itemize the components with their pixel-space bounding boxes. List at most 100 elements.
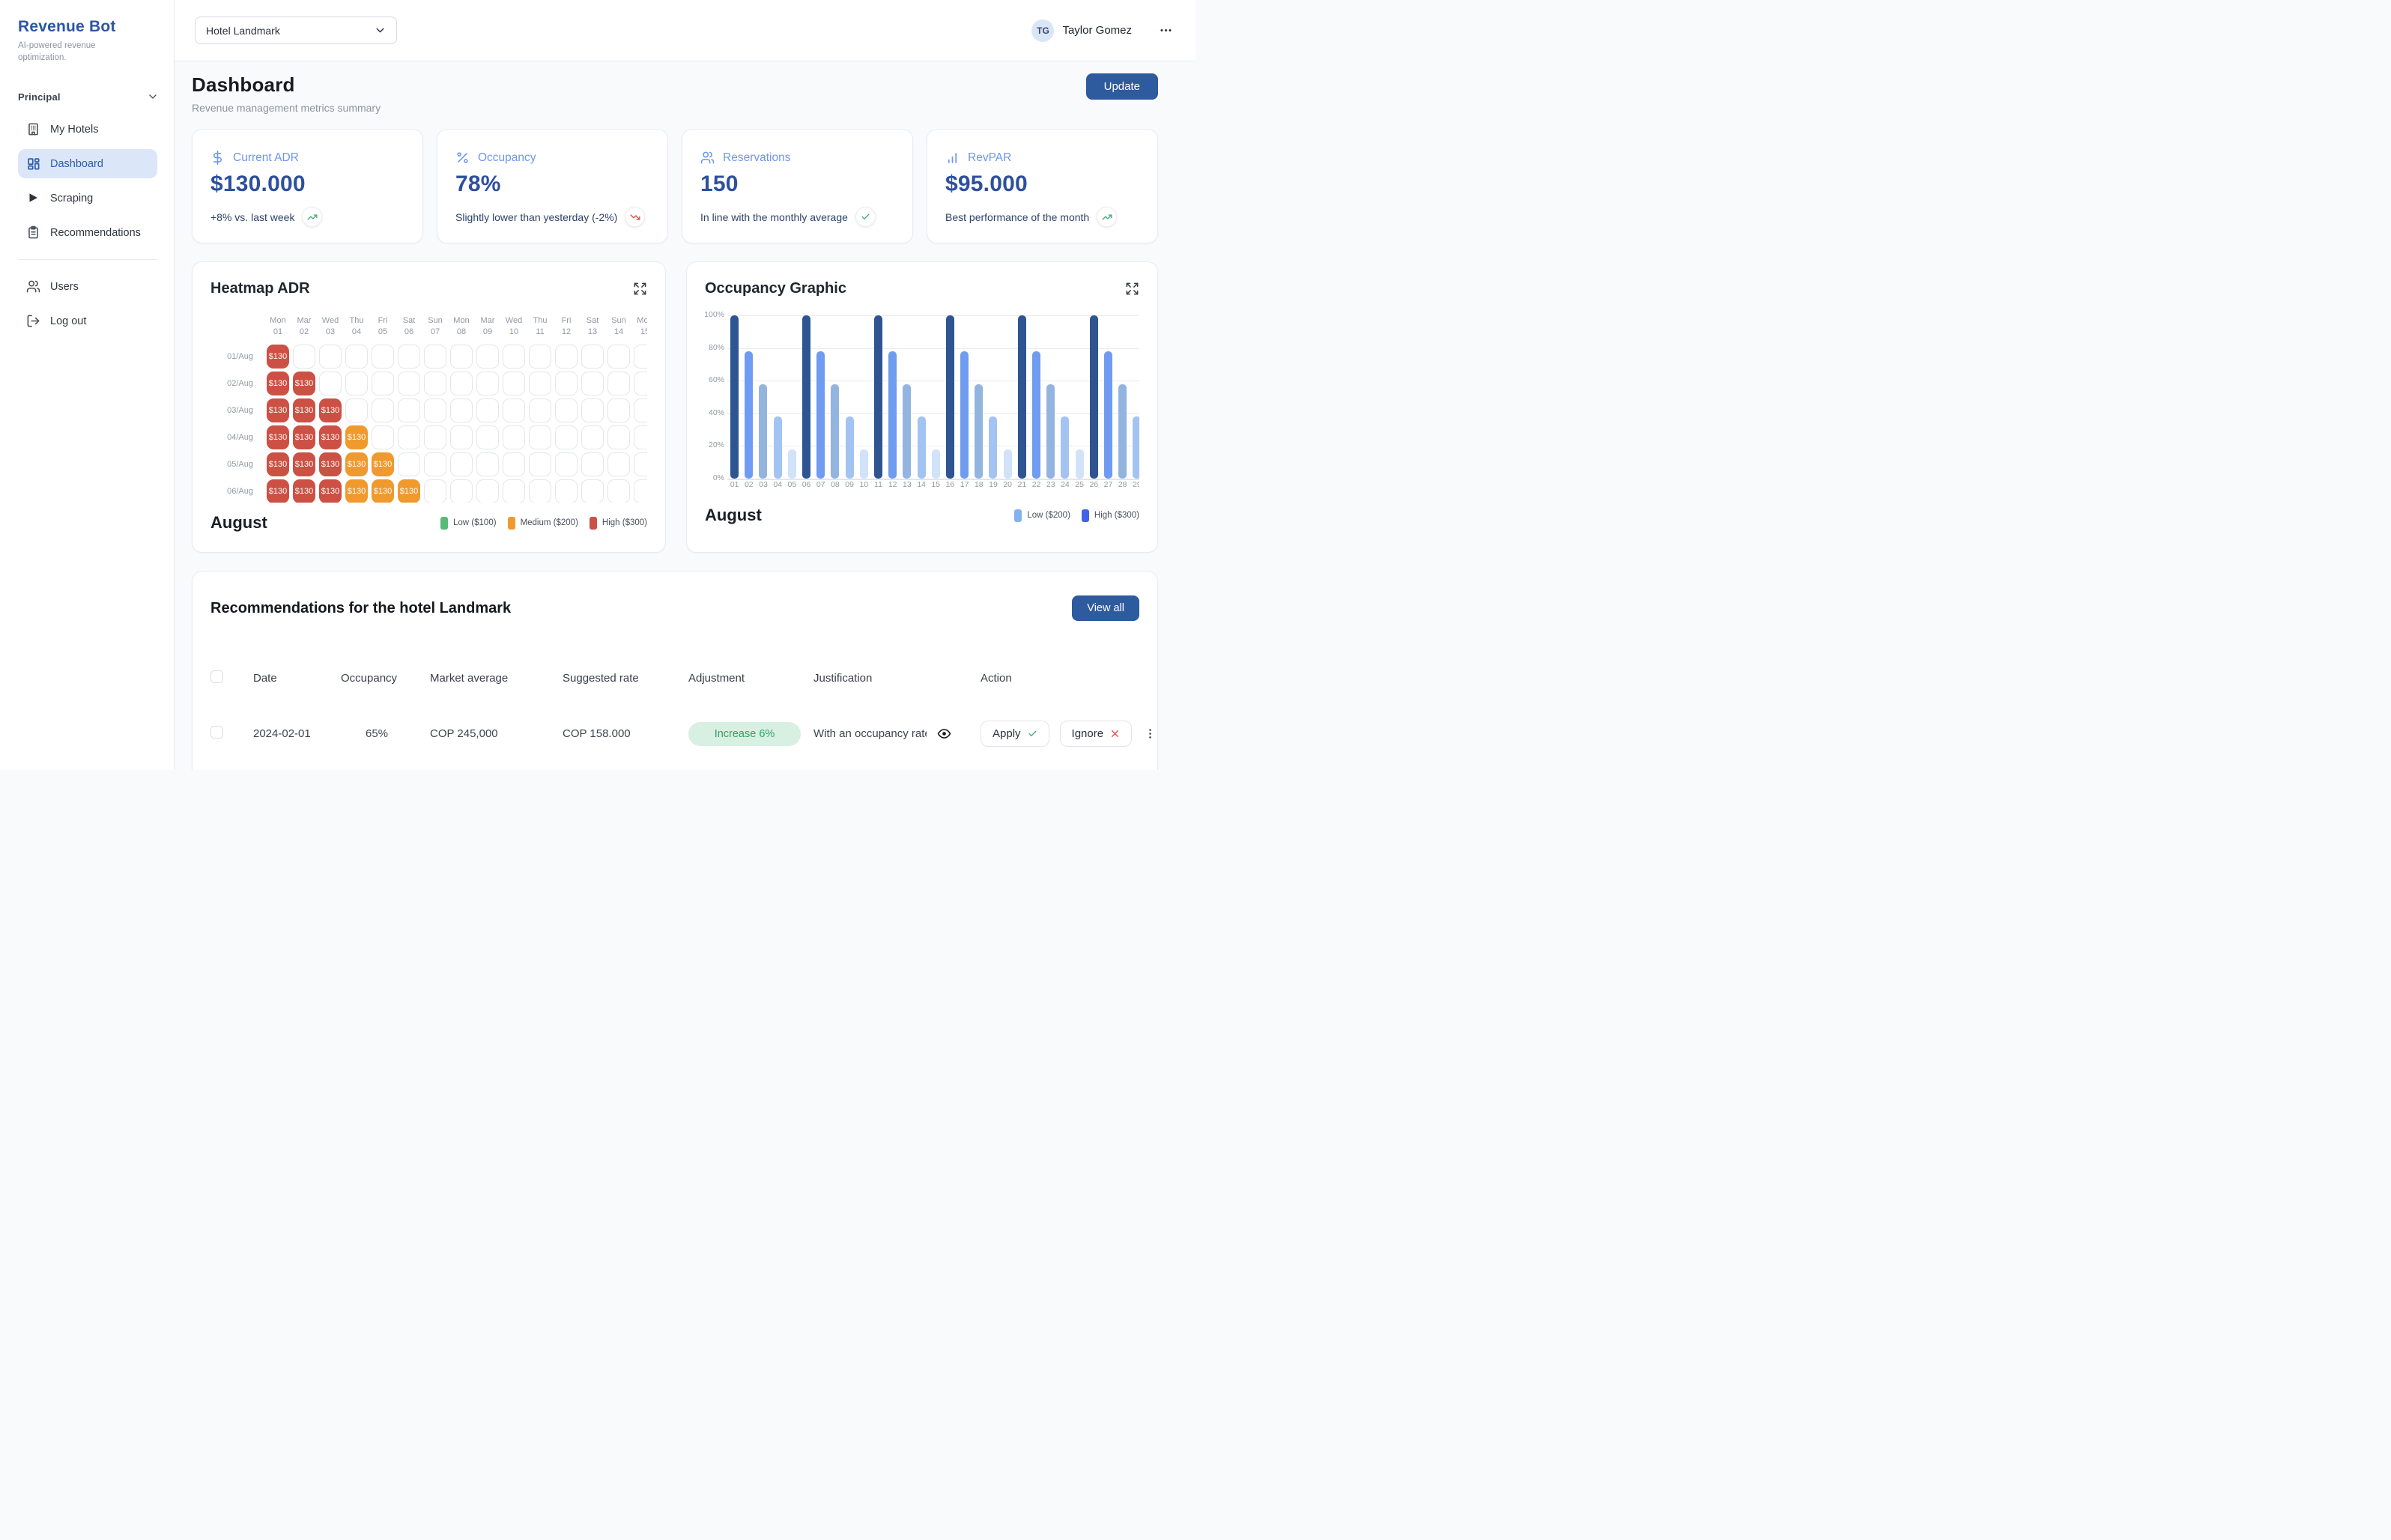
expand-icon[interactable] — [633, 282, 647, 296]
expand-icon[interactable] — [1125, 282, 1139, 296]
eye-icon[interactable] — [937, 727, 951, 741]
heatmap-col-label: Sun07 — [424, 315, 446, 342]
row-checkbox[interactable] — [210, 726, 223, 739]
y-axis-label: 80% — [702, 343, 724, 352]
heatmap-cell — [345, 345, 368, 369]
table-row: 2024-02-01 65% COP 245,000 COP 158.000 I… — [210, 721, 1139, 747]
close-icon — [1110, 729, 1120, 739]
occupancy-panel: Occupancy Graphic 100%80%60%40%20%0% 010… — [686, 261, 1158, 553]
occupancy-xlabels: 0102030405060708091011121314151617181920… — [727, 480, 1139, 489]
bar — [918, 416, 926, 479]
heatmap-cell — [372, 398, 394, 422]
x-axis-label: 25 — [1073, 480, 1087, 489]
heatmap-cell — [450, 425, 473, 449]
occupancy-plot: 100%80%60%40%20%0% — [727, 315, 1139, 479]
heatmap-cell — [634, 425, 647, 449]
sidebar-item-label: Recommendations — [50, 227, 141, 239]
heatmap-row-label: 05/Aug — [227, 460, 263, 469]
sidebar-item-dashboard[interactable]: Dashboard — [18, 149, 157, 178]
heatmap-cell — [607, 372, 630, 395]
sidebar-section-principal[interactable]: Principal — [18, 91, 159, 103]
heatmap-cell — [555, 479, 578, 503]
page-header: Dashboard Revenue management metrics sum… — [192, 73, 1158, 114]
x-axis-label: 11 — [871, 480, 885, 489]
x-axis-label: 04 — [771, 480, 785, 489]
cell-suggested-rate: COP 158.000 — [550, 727, 676, 740]
heatmap-cell — [607, 479, 630, 503]
heatmap-legend: Low ($100)Medium ($200)High ($300) — [440, 517, 647, 530]
x-axis-label: 03 — [756, 480, 770, 489]
cell-justification: With an occupancy rate... — [801, 727, 968, 741]
bar — [745, 351, 753, 479]
sidebar-item-users[interactable]: Users — [18, 272, 157, 301]
bar — [903, 384, 911, 479]
sidebar-item-label: Users — [50, 281, 79, 293]
heatmap-cell: $130 — [293, 398, 315, 422]
percent-icon — [455, 151, 470, 165]
heatmap-col-label: Sat13 — [581, 315, 604, 342]
metric-note: Slightly lower than yesterday (-2%) — [455, 211, 617, 223]
chart-panels: Heatmap ADR Mon01Mar02Wed03Thu04Fri05Sat… — [192, 261, 1158, 553]
x-axis-label: 12 — [885, 480, 900, 489]
sidebar-item-logout[interactable]: Log out — [18, 306, 157, 336]
heatmap-col-label: Sun14 — [607, 315, 630, 342]
heatmap-row-label: 04/Aug — [227, 433, 263, 442]
x-axis-label: 16 — [943, 480, 957, 489]
sidebar-item-recommendations[interactable]: Recommendations — [18, 218, 157, 247]
heatmap-cell — [555, 372, 578, 395]
update-button[interactable]: Update — [1086, 73, 1158, 100]
heatmap-cell — [424, 345, 446, 369]
sidebar-item-label: Log out — [50, 315, 86, 327]
bar-chart-icon — [945, 151, 960, 165]
occupancy-month-label: August — [705, 506, 762, 525]
select-all-checkbox[interactable] — [210, 670, 223, 683]
y-axis-label: 20% — [702, 440, 724, 449]
heatmap-row-label: 03/Aug — [227, 406, 263, 415]
clipboard-icon — [26, 225, 40, 240]
ignore-button[interactable]: Ignore — [1060, 721, 1133, 747]
bar — [831, 384, 839, 479]
check-icon — [855, 207, 876, 227]
app-tagline: AI-powered revenue optimization. — [18, 40, 124, 64]
sidebar-item-scraping[interactable]: Scraping — [18, 184, 157, 213]
apply-button[interactable]: Apply — [981, 721, 1049, 747]
cell-date: 2024-02-01 — [240, 727, 328, 740]
cell-market-average: COP 245,000 — [417, 727, 550, 740]
sidebar-item-my-hotels[interactable]: My Hotels — [18, 115, 157, 144]
avatar[interactable]: TG — [1031, 19, 1054, 42]
check-icon — [1028, 729, 1037, 739]
trend-down-icon — [625, 207, 645, 227]
user-area: TG Taylor Gomez — [1031, 19, 1173, 42]
users-icon — [26, 279, 40, 294]
page-subtitle: Revenue management metrics summary — [192, 102, 381, 114]
bar — [1090, 315, 1098, 479]
x-axis-label: 09 — [843, 480, 857, 489]
heatmap-cell — [398, 345, 420, 369]
heatmap-cell — [555, 398, 578, 422]
trend-up-icon — [1097, 207, 1117, 227]
legend-item: Medium ($200) — [508, 517, 578, 530]
column-header-adjustment: Adjustment — [676, 672, 801, 685]
bar — [1046, 384, 1055, 479]
heatmap-cell: $130 — [267, 398, 289, 422]
bar — [932, 449, 940, 479]
heatmap-cell — [476, 452, 499, 476]
heatmap-row-label: 02/Aug — [227, 379, 263, 388]
heatmap-col-label: Fri05 — [372, 315, 394, 342]
adjustment-badge: Increase 6% — [688, 722, 801, 746]
logout-icon — [26, 314, 40, 328]
heatmap-cell: $130 — [267, 479, 289, 503]
heatmap-cell — [529, 479, 551, 503]
kebab-menu-icon[interactable] — [1142, 727, 1158, 740]
bar — [774, 416, 782, 479]
sidebar-item-label: Dashboard — [50, 158, 103, 170]
bar — [788, 449, 796, 479]
metric-value: $95.000 — [945, 172, 1139, 197]
heatmap-cell — [607, 425, 630, 449]
heatmap-cell — [581, 425, 604, 449]
heatmap-row-label: 01/Aug — [227, 352, 263, 361]
hotel-selector[interactable]: Hotel Landmark — [195, 16, 397, 44]
ellipsis-icon[interactable] — [1159, 23, 1173, 37]
view-all-button[interactable]: View all — [1072, 595, 1139, 621]
dashboard-grid-icon — [26, 157, 40, 171]
